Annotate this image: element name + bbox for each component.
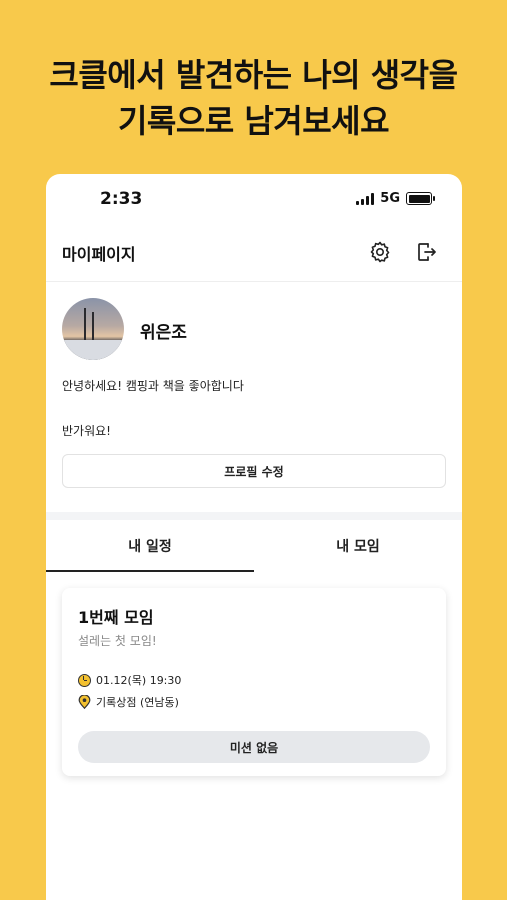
schedule-card[interactable]: 1번째 모임 설레는 첫 모임! 01.12(목) 19:30 기록상점 (연남… xyxy=(62,588,446,776)
tab-my-schedule[interactable]: 내 일정 xyxy=(46,520,254,572)
status-time: 2:33 xyxy=(100,189,143,209)
phone-screen: 2:33 5G 마이페이지 위은조 안녕하세요! 캠핑과 책을 좋아합니다 반가… xyxy=(46,174,462,900)
edit-profile-button[interactable]: 프로필 수정 xyxy=(62,454,446,488)
location-text: 기록상점 (연남동) xyxy=(96,696,179,709)
datetime-row: 01.12(목) 19:30 xyxy=(78,672,181,688)
mission-button[interactable]: 미션 없음 xyxy=(78,731,430,763)
logout-icon[interactable] xyxy=(412,238,440,266)
username: 위은조 xyxy=(140,323,187,343)
signal-icon xyxy=(356,192,375,205)
tab-bar: 내 일정 내 모임 xyxy=(46,520,462,572)
location-pin-icon xyxy=(78,695,91,709)
page-title: 마이페이지 xyxy=(62,245,136,264)
section-divider xyxy=(46,512,462,520)
avatar[interactable] xyxy=(62,298,124,360)
app-bar: 마이페이지 xyxy=(46,224,462,282)
tab-indicator xyxy=(46,570,254,572)
location-row: 기록상점 (연남동) xyxy=(78,694,179,710)
profile-section: 위은조 안녕하세요! 캠핑과 책을 좋아합니다 반가워요! 프로필 수정 xyxy=(46,282,462,512)
bio-line-1: 안녕하세요! 캠핑과 책을 좋아합니다 xyxy=(62,379,244,393)
status-indicators: 5G xyxy=(356,191,435,206)
datetime-text: 01.12(목) 19:30 xyxy=(96,674,182,687)
card-subtitle: 설레는 첫 모임! xyxy=(78,634,157,648)
card-title: 1번째 모임 xyxy=(78,608,154,627)
bio-line-2: 반가워요! xyxy=(62,424,111,438)
gear-icon[interactable] xyxy=(366,238,394,266)
promo-headline: 크클에서 발견하는 나의 생각을 기록으로 남겨보세요 xyxy=(0,52,507,144)
battery-icon xyxy=(406,192,435,205)
network-label: 5G xyxy=(380,191,400,206)
tab-my-meetings[interactable]: 내 모임 xyxy=(254,520,462,572)
status-bar: 2:33 5G xyxy=(46,174,462,224)
headline-line-1: 크클에서 발견하는 나의 생각을 xyxy=(49,56,458,94)
clock-icon xyxy=(78,673,91,687)
headline-line-2: 기록으로 남겨보세요 xyxy=(117,102,390,140)
